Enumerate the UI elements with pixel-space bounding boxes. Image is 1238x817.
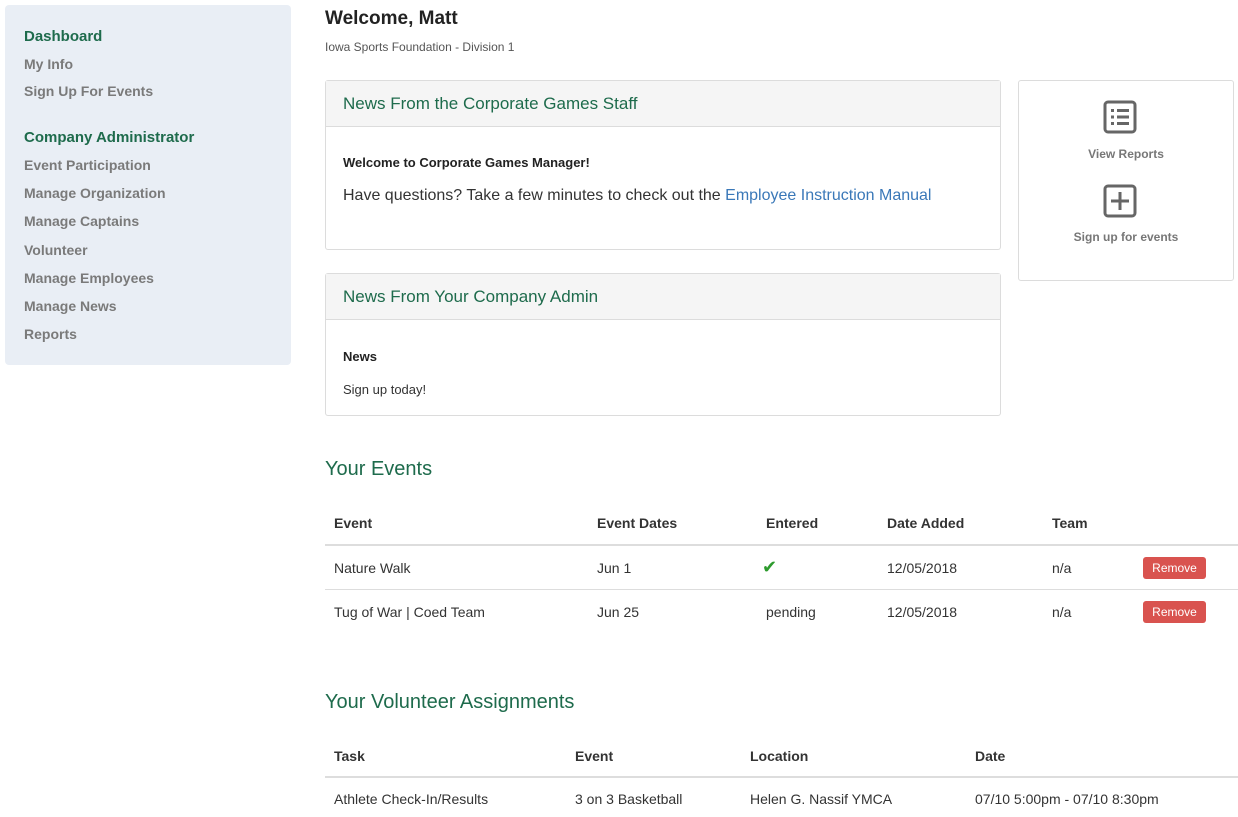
volunteer-task: Athlete Check-In/Results <box>334 791 489 807</box>
sidebar-item-manage-captains[interactable]: Manage Captains <box>24 213 139 229</box>
event-name: Tug of War | Coed Team <box>334 604 485 620</box>
volunteer-col-task: Task <box>334 748 365 764</box>
remove-button[interactable]: Remove <box>1143 601 1206 623</box>
sidebar-heading-company-administrator: Company Administrator <box>24 129 195 146</box>
sidebar: Dashboard My Info Sign Up For Events Com… <box>5 5 291 365</box>
page-subtitle: Iowa Sports Foundation - Division 1 <box>325 40 515 54</box>
events-col-entered: Entered <box>766 515 819 531</box>
sidebar-item-manage-news[interactable]: Manage News <box>24 298 117 314</box>
events-col-date-added: Date Added <box>887 515 965 531</box>
list-icon <box>1103 100 1137 134</box>
volunteer-date: 07/10 5:00pm - 07/10 8:30pm <box>975 791 1159 807</box>
event-dates: Jun 25 <box>597 604 640 620</box>
event-name: Nature Walk <box>334 560 411 576</box>
plus-square-icon <box>1103 184 1137 218</box>
remove-button[interactable]: Remove <box>1143 557 1206 579</box>
event-team: n/a <box>1052 604 1072 620</box>
volunteer-col-event: Event <box>575 748 614 764</box>
sign-up-for-events-action[interactable]: Sign up for events <box>1019 177 1233 267</box>
volunteer-col-location: Location <box>750 748 809 764</box>
news-admin-panel: News From Your Company Admin News Sign u… <box>325 273 1001 416</box>
news-staff-body: Have questions? Take a few minutes to ch… <box>343 183 963 208</box>
sidebar-item-reports[interactable]: Reports <box>24 326 77 342</box>
news-admin-title: News From Your Company Admin <box>326 274 1000 320</box>
events-section-title: Your Events <box>325 458 433 480</box>
sidebar-item-dashboard[interactable]: Dashboard <box>24 28 102 45</box>
sidebar-item-my-info[interactable]: My Info <box>24 56 73 72</box>
employee-instruction-manual-link[interactable]: Employee Instruction Manual <box>725 187 931 204</box>
event-date-added: 12/05/2018 <box>887 604 958 620</box>
news-staff-panel: News From the Corporate Games Staff Welc… <box>325 80 1001 250</box>
sidebar-item-volunteer[interactable]: Volunteer <box>24 242 88 258</box>
news-staff-title: News From the Corporate Games Staff <box>326 81 1000 127</box>
check-icon: ✔ <box>762 557 778 578</box>
volunteer-col-date: Date <box>975 748 1006 764</box>
news-admin-body: Sign up today! <box>343 382 427 397</box>
event-team: n/a <box>1052 560 1072 576</box>
sidebar-item-manage-organization[interactable]: Manage Organization <box>24 185 166 201</box>
sidebar-item-manage-employees[interactable]: Manage Employees <box>24 270 154 286</box>
quick-actions-panel: View Reports Sign up for events <box>1018 80 1234 281</box>
news-staff-body-text: Have questions? Take a few minutes to ch… <box>343 187 726 204</box>
sidebar-item-sign-up-for-events[interactable]: Sign Up For Events <box>24 83 153 99</box>
volunteer-location: Helen G. Nassif YMCA <box>750 791 893 807</box>
event-entered-status: pending <box>766 604 816 620</box>
row-divider <box>325 589 1238 590</box>
event-dates: Jun 1 <box>597 560 632 576</box>
view-reports-action[interactable]: View Reports <box>1019 81 1233 173</box>
volunteer-header-divider <box>325 776 1238 778</box>
news-staff-headline: Welcome to Corporate Games Manager! <box>343 155 590 170</box>
volunteer-section-title: Your Volunteer Assignments <box>325 691 575 713</box>
events-col-event-dates: Event Dates <box>597 515 678 531</box>
news-admin-headline: News <box>343 349 377 364</box>
volunteer-event: 3 on 3 Basketball <box>575 791 683 807</box>
events-col-event: Event <box>334 515 373 531</box>
event-date-added: 12/05/2018 <box>887 560 958 576</box>
sidebar-item-event-participation[interactable]: Event Participation <box>24 157 151 173</box>
events-col-team: Team <box>1052 515 1088 531</box>
view-reports-label: View Reports <box>1088 147 1164 161</box>
sign-up-for-events-label: Sign up for events <box>1073 230 1179 244</box>
page-title: Welcome, Matt <box>325 8 458 29</box>
events-header-divider <box>325 544 1238 546</box>
